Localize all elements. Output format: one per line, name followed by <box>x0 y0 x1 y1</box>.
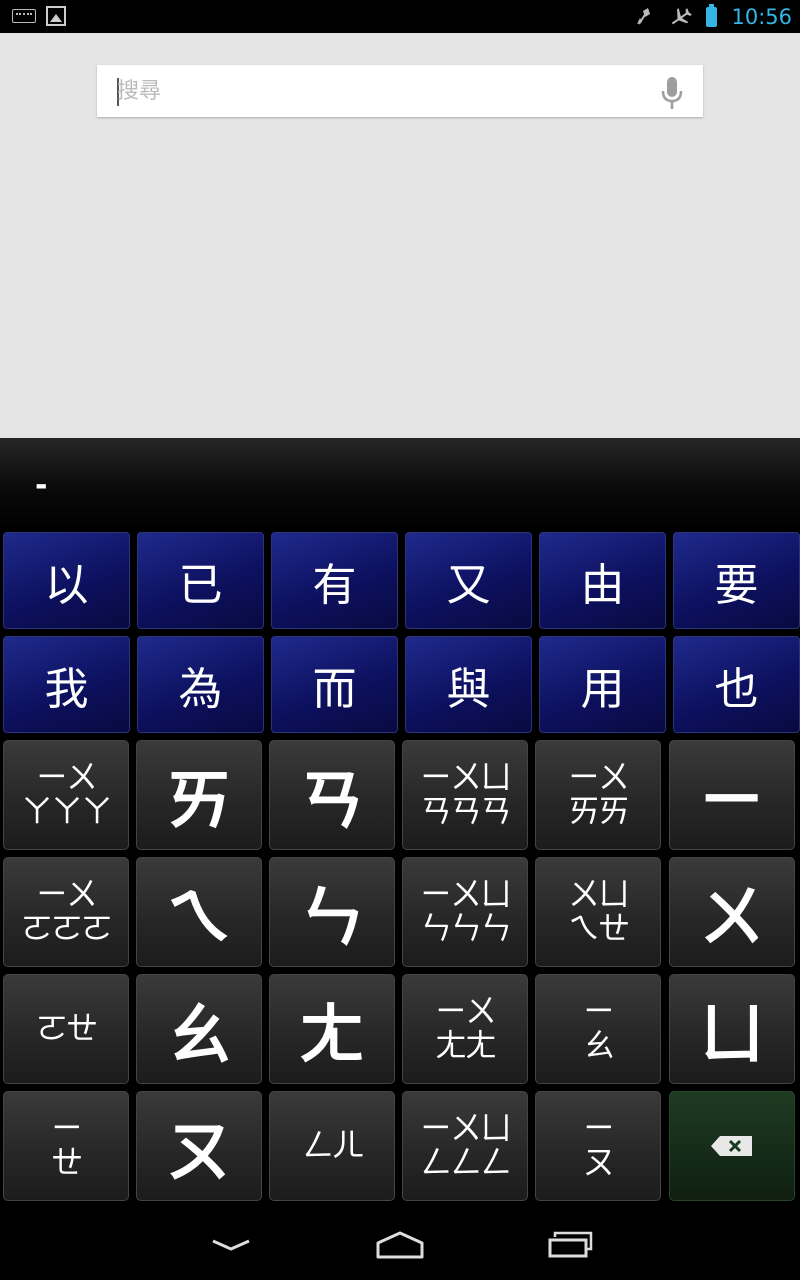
candidate-key[interactable]: 為 <box>137 636 264 733</box>
back-icon <box>212 1239 250 1251</box>
image-icon <box>46 6 66 26</box>
zhuyin-key[interactable]: ㄤ <box>269 974 395 1084</box>
key-label: ㄧ <box>699 762 765 839</box>
key-label: ㄤ <box>299 996 365 1073</box>
backspace-icon <box>711 1136 752 1156</box>
candidate-key[interactable]: 我 <box>3 636 130 733</box>
zhuyin-key[interactable]: ㄧㄨ ㄤㄤ <box>402 974 528 1084</box>
key-label: ㄧ ㄡ <box>582 1109 615 1181</box>
status-bar: 10:56 <box>0 0 800 33</box>
airplane-mode-icon <box>672 7 693 24</box>
microphone-icon[interactable] <box>661 76 683 110</box>
key-label: ㄞ <box>166 762 232 839</box>
search-box[interactable] <box>97 65 703 117</box>
zhuyin-key[interactable]: ㄣ <box>269 857 395 967</box>
key-label: ㄥㄦ <box>301 1126 364 1165</box>
key-label: ㄧㄨ ㄞㄞ <box>567 758 630 830</box>
candidate-key[interactable]: 用 <box>539 636 666 733</box>
key-label: ㄧㄨㄩ ㄢㄢㄢ <box>419 758 512 830</box>
key-label: ㄛㄝ <box>35 1009 98 1048</box>
zhuyin-key[interactable]: ㄧ <box>669 740 795 850</box>
zhuyin-keyboard: - 以 已 有 又 由 要 我 為 而 與 用 也 ㄧㄨ ㄚㄚㄚ ㄞ ㄢ ㄧㄨㄩ… <box>0 438 800 1210</box>
status-left-icons <box>12 6 66 26</box>
zhuyin-key[interactable]: ㄧㄨㄩ ㄣㄣㄣ <box>402 857 528 967</box>
key-label: ㄨㄩ ㄟㄝ <box>567 875 630 947</box>
zhuyin-key[interactable]: ㄧㄨㄩ ㄢㄢㄢ <box>402 740 528 850</box>
keyboard-icon <box>12 9 36 23</box>
candidate-key[interactable]: 與 <box>405 636 532 733</box>
key-label: ㄧㄨ ㄚㄚㄚ <box>20 758 113 830</box>
key-label: ㄣ <box>299 879 365 956</box>
delete-button[interactable] <box>669 1091 795 1201</box>
zhuyin-key[interactable]: ㄧ ㄠ <box>535 974 661 1084</box>
zhuyin-key[interactable]: ㄛㄝ <box>3 974 129 1084</box>
zhuyin-key[interactable]: ㄞ <box>136 740 262 850</box>
candidate-key[interactable]: 以 <box>3 532 130 629</box>
search-input[interactable] <box>117 65 637 117</box>
home-button[interactable] <box>360 1222 440 1268</box>
key-label: ㄧㄨㄩ ㄣㄣㄣ <box>419 875 512 947</box>
zhuyin-key[interactable]: ㄟ <box>136 857 262 967</box>
app-content <box>0 33 800 438</box>
zhuyin-key[interactable]: ㄥㄦ <box>269 1091 395 1201</box>
clock: 10:56 <box>731 4 792 29</box>
key-label: ㄧ ㄝ <box>50 1109 83 1181</box>
zhuyin-key[interactable]: ㄨ <box>669 857 795 967</box>
key-label: ㄢ <box>299 762 365 839</box>
composing-bar: - <box>0 438 800 530</box>
zhuyin-key[interactable]: ㄧㄨ ㄛㄛㄛ <box>3 857 129 967</box>
candidate-key[interactable]: 也 <box>673 636 800 733</box>
candidate-key[interactable]: 由 <box>539 532 666 629</box>
zhuyin-key[interactable]: ㄠ <box>136 974 262 1084</box>
candidate-key[interactable]: 又 <box>405 532 532 629</box>
zhuyin-key[interactable]: ㄨㄩ ㄟㄝ <box>535 857 661 967</box>
zhuyin-key[interactable]: ㄧ ㄡ <box>535 1091 661 1201</box>
candidate-key[interactable]: 而 <box>271 636 398 733</box>
key-label: ㄧㄨㄩ ㄥㄥㄥ <box>419 1109 512 1181</box>
recent-apps-button[interactable] <box>531 1222 611 1268</box>
key-label: ㄩ <box>699 996 765 1073</box>
candidate-key[interactable]: 有 <box>271 532 398 629</box>
key-label: ㄧㄨ ㄤㄤ <box>434 992 497 1064</box>
zhuyin-key[interactable]: ㄩ <box>669 974 795 1084</box>
zhuyin-key[interactable]: ㄢ <box>269 740 395 850</box>
zhuyin-key[interactable]: ㄧㄨ ㄞㄞ <box>535 740 661 850</box>
status-right-icons: 10:56 <box>634 0 792 33</box>
key-label: ㄠ <box>166 996 232 1073</box>
recent-apps-icon <box>548 1231 593 1258</box>
composing-text: - <box>35 468 48 503</box>
back-button[interactable] <box>191 1222 271 1268</box>
key-label: ㄧㄨ ㄛㄛㄛ <box>20 875 113 947</box>
candidate-key[interactable]: 要 <box>673 532 800 629</box>
zhuyin-key[interactable]: ㄧㄨ ㄚㄚㄚ <box>3 740 129 850</box>
zhuyin-key[interactable]: ㄡ <box>136 1091 262 1201</box>
candidate-key[interactable]: 已 <box>137 532 264 629</box>
zhuyin-key[interactable]: ㄧㄨㄩ ㄥㄥㄥ <box>402 1091 528 1201</box>
zhuyin-key[interactable]: ㄧ ㄝ <box>3 1091 129 1201</box>
navigation-bar <box>0 1210 800 1280</box>
home-icon <box>376 1231 424 1259</box>
battery-icon <box>706 3 718 27</box>
vibrate-off-icon <box>637 7 651 25</box>
key-label: ㄡ <box>166 1113 232 1190</box>
key-label: ㄨ <box>699 879 765 956</box>
key-label: ㄧ ㄠ <box>582 992 615 1064</box>
key-label: ㄟ <box>166 879 232 956</box>
